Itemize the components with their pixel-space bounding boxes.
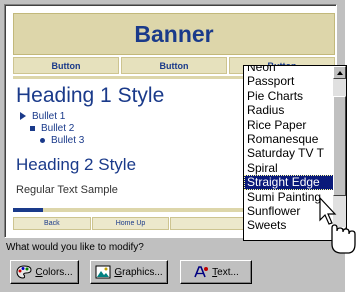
text-button-label: Text...	[212, 266, 239, 278]
theme-list-item-selected[interactable]: Straight Edge	[244, 175, 334, 190]
bullet-item: Bullet 2	[16, 122, 84, 134]
square-bullet-icon	[30, 125, 35, 131]
triangle-bullet-icon	[20, 112, 26, 120]
theme-list-item[interactable]: Passport	[244, 74, 334, 88]
preview-bullet-list: Bullet 1 Bullet 2 Bullet 3	[16, 110, 84, 146]
bullet-text: Bullet 1	[32, 110, 66, 122]
theme-list-item[interactable]: Pie Charts	[244, 89, 334, 103]
preview-banner: Banner	[13, 13, 335, 55]
banner-text: Banner	[134, 20, 214, 47]
theme-list-item[interactable]: Saturday TV T	[244, 146, 334, 160]
font-icon	[194, 266, 209, 278]
preview-heading-2: Heading 2 Style	[16, 155, 137, 174]
theme-list-item[interactable]: Neon	[244, 66, 334, 74]
preview-bottom-rule-accent	[13, 208, 43, 212]
scroll-up-button[interactable]	[333, 66, 346, 79]
modify-prompt-label: What would you like to modify?	[6, 242, 144, 253]
theme-list-item[interactable]: Spiral	[244, 161, 334, 175]
theme-list-item[interactable]: Rice Paper	[244, 118, 334, 132]
theme-list-item[interactable]: Radius	[244, 103, 334, 117]
arrow-cursor-shape	[319, 196, 337, 225]
hand-shape	[331, 224, 356, 254]
theme-dialog: Banner Button Button Button Heading 1 St…	[0, 0, 357, 292]
scroll-thumb[interactable]	[333, 96, 346, 196]
picture-icon	[95, 265, 111, 279]
bullet-text: Bullet 2	[41, 122, 75, 134]
palette-icon	[16, 265, 32, 279]
preview-nav-button: Button	[121, 57, 227, 74]
chevron-up-icon	[336, 70, 343, 75]
colors-button-label: Colors...	[35, 266, 73, 278]
graphics-button-label: Graphics...	[114, 266, 163, 278]
preview-heading-1: Heading 1 Style	[16, 84, 165, 107]
preview-nav-button: Button	[13, 57, 119, 74]
graphics-button[interactable]: Graphics...	[90, 260, 168, 284]
dot-bullet-icon	[40, 137, 45, 143]
preview-back-button: Back	[13, 217, 91, 230]
hand-pointer-icon	[319, 196, 356, 254]
preview-bottom-rule	[13, 208, 248, 212]
text-button[interactable]: Text...	[180, 260, 252, 284]
bullet-text: Bullet 3	[51, 134, 85, 146]
theme-list-item[interactable]: Romanesque	[244, 132, 334, 146]
preview-regular-text: Regular Text Sample	[16, 184, 118, 196]
preview-nav-button	[170, 217, 249, 230]
preview-home-up-button: Home Up	[91, 217, 170, 230]
colors-button[interactable]: Colors...	[10, 260, 79, 284]
bullet-item: Bullet 1	[16, 110, 84, 122]
preview-bottom-nav: Back Home Up	[13, 217, 249, 230]
bullet-item: Bullet 3	[16, 134, 84, 146]
